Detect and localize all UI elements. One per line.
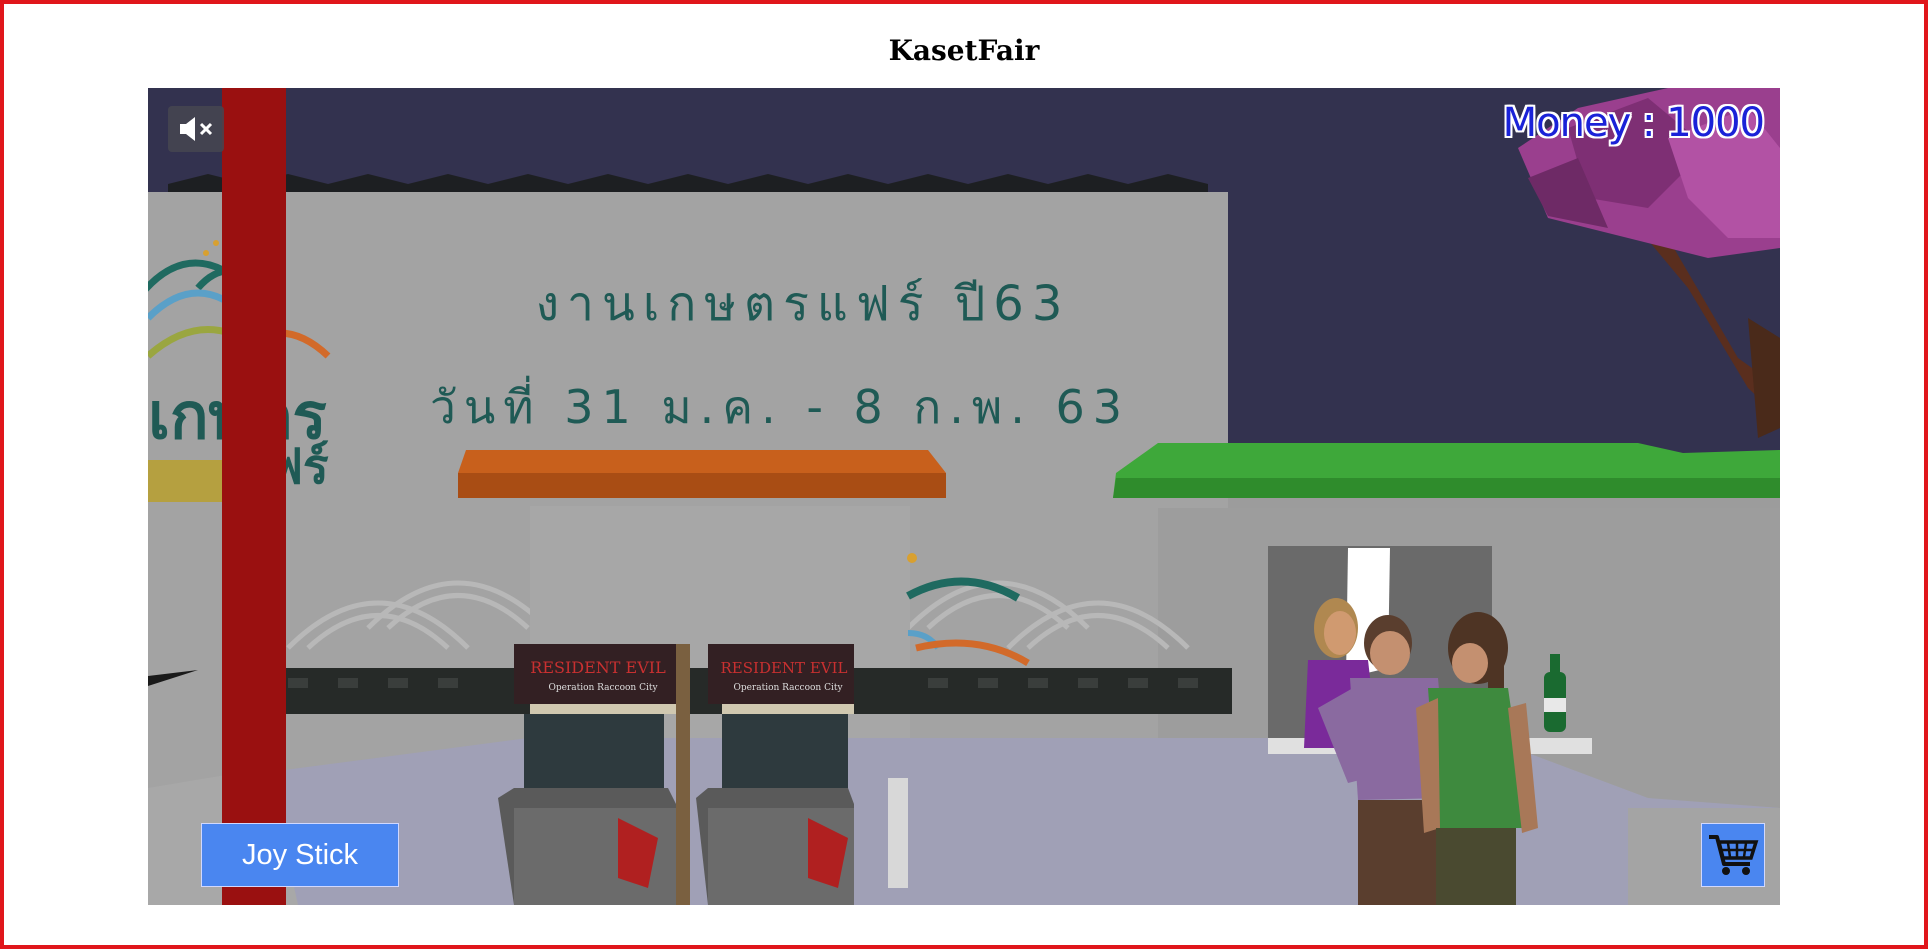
svg-text:RESIDENT EVIL: RESIDENT EVIL xyxy=(530,658,666,677)
mute-button[interactable] xyxy=(168,106,224,152)
cart-button[interactable] xyxy=(1701,823,1765,887)
money-label: Money xyxy=(1502,100,1632,146)
svg-text:Operation Raccoon City: Operation Raccoon City xyxy=(548,683,658,693)
game-viewport[interactable]: เกษตร แฟร์ งานเกษตรแฟร์ ปี63 วันที่ 31 ม… xyxy=(148,88,1780,905)
speaker-muted-icon xyxy=(180,117,213,141)
joystick-button[interactable]: Joy Stick xyxy=(201,823,399,887)
arcade-machine-1[interactable]: RESIDENT EVIL Operation Raccoon City xyxy=(498,644,690,905)
banner-dates: วันที่ 31 ม.ค. - 8 ก.พ. 63 xyxy=(430,375,1130,434)
page-title: KasetFair xyxy=(888,34,1040,67)
svg-text:Operation Raccoon City: Operation Raccoon City xyxy=(733,683,843,693)
shopping-cart-icon xyxy=(1709,835,1759,875)
red-pillar xyxy=(222,88,286,905)
money-display: Money : 1000 xyxy=(1502,100,1765,146)
money-separator: : xyxy=(1630,100,1667,146)
game-scene[interactable]: เกษตร แฟร์ งานเกษตรแฟร์ ปี63 วันที่ 31 ม… xyxy=(148,88,1780,905)
banner-title: งานเกษตรแฟร์ ปี63 xyxy=(536,276,1071,332)
money-value: 1000 xyxy=(1666,100,1765,146)
svg-text:RESIDENT EVIL: RESIDENT EVIL xyxy=(721,659,848,677)
